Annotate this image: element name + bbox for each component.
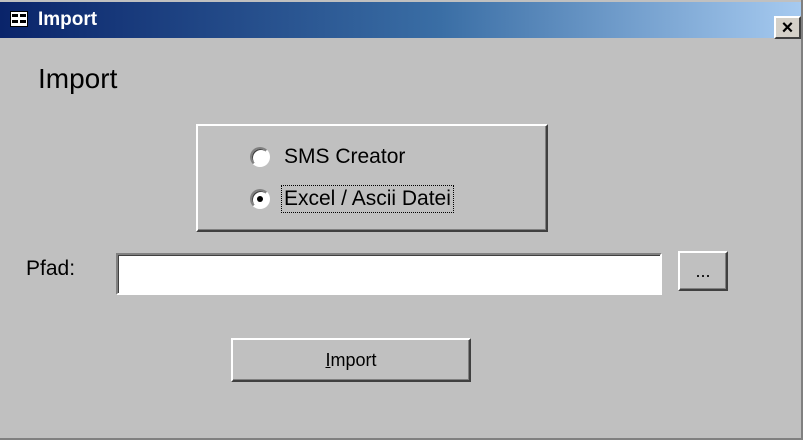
form-icon — [10, 11, 28, 27]
import-window: Import × Import SMS Creator Excel / Asci… — [0, 0, 803, 440]
path-input[interactable] — [116, 253, 662, 295]
import-button[interactable]: Import — [231, 338, 471, 382]
radio-selected-dot — [257, 196, 263, 202]
window-title: Import — [38, 9, 98, 30]
option-sms-creator[interactable]: SMS Creator — [250, 142, 407, 172]
import-source-option-group — [196, 124, 548, 232]
close-icon: × — [781, 16, 794, 39]
sms-creator-label[interactable]: SMS Creator — [282, 144, 407, 170]
title-bar: Import — [0, 2, 801, 38]
close-button[interactable]: × — [774, 16, 801, 39]
browse-button[interactable]: ... — [678, 251, 728, 291]
sms-creator-radio[interactable] — [250, 147, 270, 167]
path-label: Pfad: — [26, 257, 76, 280]
form-heading: Import — [38, 63, 118, 94]
excel-ascii-radio[interactable] — [250, 189, 270, 209]
import-button-label: mport — [330, 349, 377, 370]
option-excel-ascii[interactable]: Excel / Ascii Datei — [250, 184, 454, 214]
browse-button-label: ... — [695, 260, 711, 281]
excel-ascii-label[interactable]: Excel / Ascii Datei — [281, 185, 454, 213]
